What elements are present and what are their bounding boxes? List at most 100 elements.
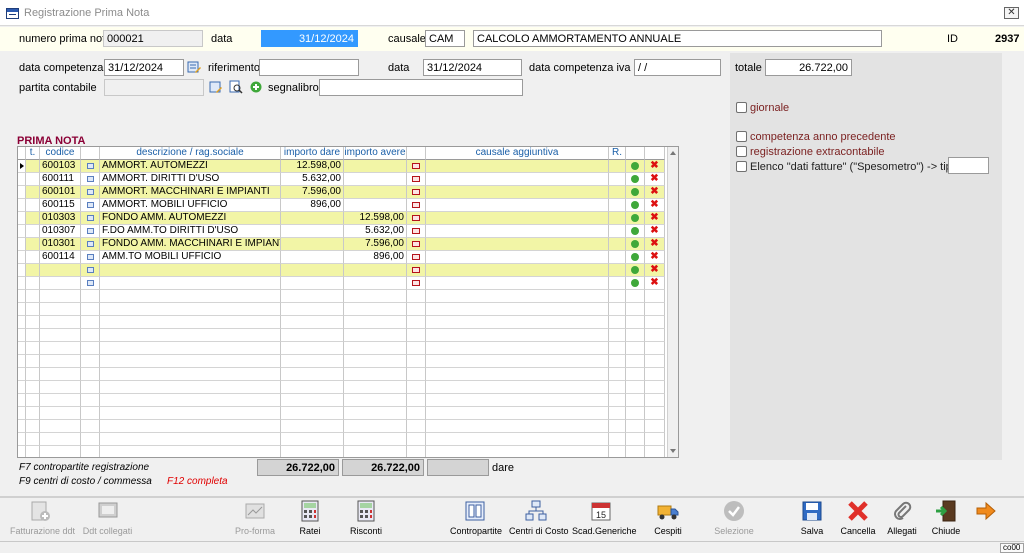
cell-t[interactable] (26, 420, 40, 433)
cell-ok[interactable] (626, 173, 645, 186)
cell-r[interactable] (609, 264, 626, 277)
cell-desc[interactable] (100, 277, 281, 290)
cell-avere[interactable] (344, 290, 407, 303)
cell-flag[interactable] (407, 446, 426, 457)
cell-doc[interactable] (81, 446, 100, 457)
segnalibro-field[interactable] (319, 79, 523, 96)
cell-flag[interactable] (407, 173, 426, 186)
cell-del[interactable] (645, 433, 665, 446)
cell-ok[interactable] (626, 238, 645, 251)
cell-causale[interactable] (426, 316, 609, 329)
cell-r[interactable] (609, 329, 626, 342)
delete-row-icon[interactable]: ✖ (650, 238, 658, 250)
cell-causale[interactable] (426, 394, 609, 407)
cell-dare[interactable] (281, 238, 344, 251)
detail-icon[interactable] (86, 280, 94, 286)
extracontabile-checkbox[interactable] (736, 146, 747, 157)
flag-icon[interactable] (412, 228, 420, 234)
cell-ok[interactable] (626, 199, 645, 212)
cell-avere[interactable]: 12.598,00 (344, 212, 407, 225)
cell-causale[interactable] (426, 212, 609, 225)
cell-flag[interactable] (407, 225, 426, 238)
cell-ok[interactable] (626, 303, 645, 316)
cell-causale[interactable] (426, 420, 609, 433)
cell-causale[interactable] (426, 251, 609, 264)
cell-causale[interactable] (426, 290, 609, 303)
cell-dare[interactable] (281, 381, 344, 394)
cell-avere[interactable] (344, 381, 407, 394)
cell-del[interactable] (645, 316, 665, 329)
cell-t[interactable] (26, 290, 40, 303)
cell-t[interactable] (26, 160, 40, 173)
confirm-icon[interactable] (631, 188, 639, 196)
empty-row[interactable] (18, 368, 668, 381)
cell-desc[interactable]: AMMORT. MOBILI UFFICIO (100, 199, 281, 212)
cell-r[interactable] (609, 173, 626, 186)
cell-codice[interactable] (40, 394, 81, 407)
cell-doc[interactable] (81, 407, 100, 420)
cell-dare[interactable]: 5.632,00 (281, 173, 344, 186)
table-row[interactable]: 600103 AMMORT. AUTOMEZZI 12.598,00 ✖ (18, 160, 668, 173)
table-row[interactable]: 010307 F.DO AMM.TO DIRITTI D'USO 5.632,00 ✖ (18, 225, 668, 238)
cell-r[interactable] (609, 290, 626, 303)
cell-ok[interactable] (626, 290, 645, 303)
cell-delete[interactable]: ✖ (645, 212, 665, 225)
cell-delete[interactable]: ✖ (645, 199, 665, 212)
cell-doc[interactable] (81, 238, 100, 251)
flag-icon[interactable] (412, 163, 420, 169)
cell-dare[interactable]: 896,00 (281, 199, 344, 212)
cell-avere[interactable] (344, 303, 407, 316)
cell-codice[interactable] (40, 290, 81, 303)
cell-flag[interactable] (407, 251, 426, 264)
cell-r[interactable] (609, 238, 626, 251)
cell-delete[interactable]: ✖ (645, 225, 665, 238)
delete-row-icon[interactable]: ✖ (650, 264, 658, 276)
cell-flag[interactable] (407, 160, 426, 173)
flag-icon[interactable] (412, 254, 420, 260)
cell-codice[interactable] (40, 303, 81, 316)
cell-flag[interactable] (407, 355, 426, 368)
detail-icon[interactable] (86, 163, 94, 169)
cell-t[interactable] (26, 186, 40, 199)
cell-r[interactable] (609, 355, 626, 368)
data-field[interactable]: 31/12/2024 (261, 30, 358, 47)
cell-flag[interactable] (407, 368, 426, 381)
cell-flag[interactable] (407, 381, 426, 394)
cell-ok[interactable] (626, 160, 645, 173)
cell-del[interactable] (645, 342, 665, 355)
cell-causale[interactable] (426, 355, 609, 368)
cell-doc[interactable] (81, 160, 100, 173)
cell-desc[interactable] (100, 329, 281, 342)
cell-r[interactable] (609, 368, 626, 381)
cell-dare[interactable] (281, 420, 344, 433)
cell-causale[interactable] (426, 342, 609, 355)
cell-doc[interactable] (81, 303, 100, 316)
scad-generiche-button[interactable]: 15 Scad.Generiche (572, 500, 637, 540)
cell-codice[interactable] (40, 407, 81, 420)
cell-doc[interactable] (81, 277, 100, 290)
cell-flag[interactable] (407, 212, 426, 225)
cell-causale[interactable] (426, 303, 609, 316)
confirm-icon[interactable] (631, 266, 639, 274)
empty-row[interactable] (18, 342, 668, 355)
confirm-icon[interactable] (631, 240, 639, 248)
cell-ok[interactable] (626, 407, 645, 420)
cell-avere[interactable] (344, 160, 407, 173)
cell-avere[interactable] (344, 329, 407, 342)
empty-row[interactable] (18, 290, 668, 303)
cell-doc[interactable] (81, 420, 100, 433)
totale-field[interactable]: 26.722,00 (765, 59, 852, 76)
cell-desc[interactable] (100, 303, 281, 316)
cell-del[interactable] (645, 290, 665, 303)
numero-field[interactable]: 000021 (103, 30, 203, 47)
confirm-icon[interactable] (631, 214, 639, 222)
cell-codice[interactable]: 600103 (40, 160, 81, 173)
cell-t[interactable] (26, 433, 40, 446)
cell-desc[interactable] (100, 381, 281, 394)
cell-t[interactable] (26, 173, 40, 186)
cell-t[interactable] (26, 446, 40, 457)
cell-r[interactable] (609, 225, 626, 238)
cell-causale[interactable] (426, 368, 609, 381)
cell-t[interactable] (26, 407, 40, 420)
cespiti-button[interactable]: Cespiti (650, 500, 686, 540)
